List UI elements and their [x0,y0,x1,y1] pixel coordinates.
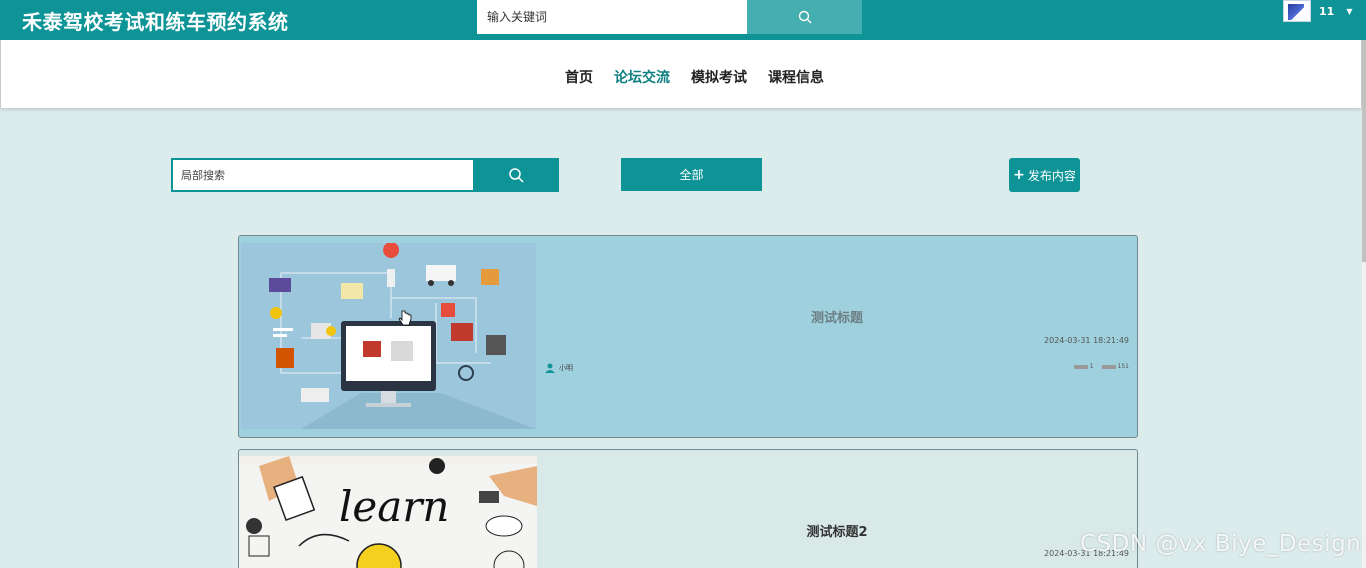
local-search [171,158,559,192]
nav-item-courses[interactable]: 课程信息 [768,67,824,87]
publish-button[interactable]: + 发布内容 [1009,158,1080,192]
like-stat: 1 [1073,363,1094,370]
publish-label: 发布内容 [1027,168,1076,183]
avatar[interactable] [1283,0,1311,22]
post-author-name: 小明 [559,364,573,372]
post-time: 2024-03-31 18:21:49 [1044,336,1129,345]
local-search-button[interactable] [473,158,559,192]
main-nav: 首页 论坛交流 模拟考试 课程信息 [0,40,1362,108]
post-author: 小明 [545,363,573,373]
nav-item-forum[interactable]: 论坛交流 [614,67,670,87]
post-stats: 1 151 [1073,363,1129,370]
top-search-button[interactable] [747,0,862,34]
scrollbar-thumb[interactable] [1362,40,1366,262]
username: 11 [1319,4,1335,18]
top-search-input[interactable] [477,0,747,34]
post-title[interactable]: 测试标题2 [537,521,1137,540]
top-bar: 禾泰驾校考试和练车预约系统 11 ▼ [0,0,1366,40]
nav-items: 首页 论坛交流 模拟考试 课程信息 [565,67,824,87]
plus-icon: + [1013,167,1025,183]
svg-text:learn: learn [339,482,449,531]
thumbs-up-icon [1073,364,1088,369]
view-count: 151 [1117,363,1129,370]
site-title: 禾泰驾校考试和练车预约系统 [22,10,289,34]
like-count: 1 [1089,363,1094,370]
nav-item-home[interactable]: 首页 [565,67,593,87]
top-search [477,0,862,34]
watermark: CSDN @vx Biye_Design [1080,531,1362,557]
post-thumbnail-ecommerce [241,243,536,429]
search-icon [509,168,524,183]
user-menu[interactable]: 11 ▼ [1283,0,1352,22]
eye-icon [1101,364,1116,369]
local-search-input[interactable] [171,158,473,192]
post-thumbnail-learn: learn [239,456,537,568]
post-card[interactable]: learn 测试标题2 2024-03-31 18:21:49 [238,449,1138,568]
user-icon [545,363,555,373]
search-icon [798,10,811,24]
view-stat: 151 [1101,363,1129,370]
chevron-down-icon[interactable]: ▼ [1346,7,1352,16]
all-filter-button[interactable]: 全部 [621,158,762,191]
post-card[interactable]: 测试标题 2024-03-31 18:21:49 小明 1 151 [238,235,1138,438]
hand-cursor-icon [398,310,412,326]
nav-item-mock-exam[interactable]: 模拟考试 [691,67,747,87]
post-title[interactable]: 测试标题 [537,307,1137,326]
